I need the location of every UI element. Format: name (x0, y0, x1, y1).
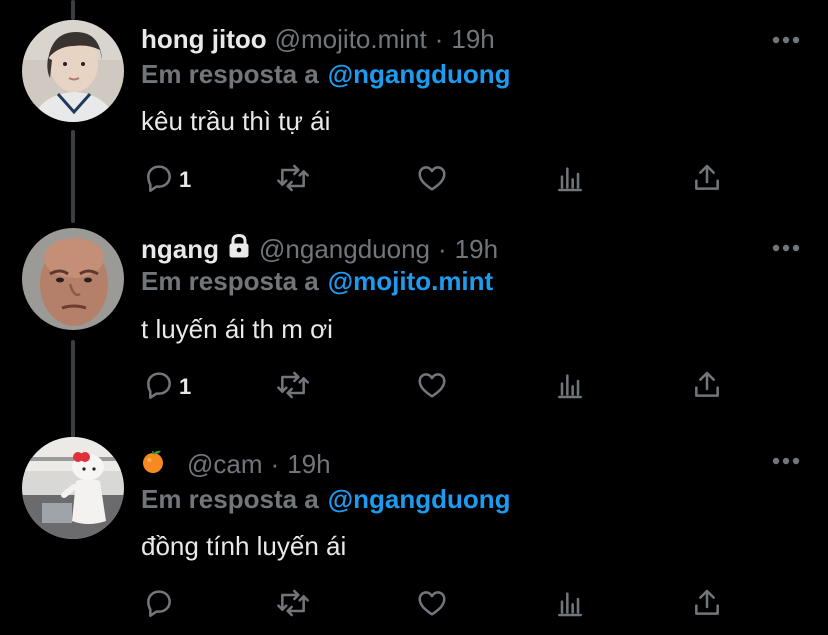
tweet-text: đồng tính luyến ái (141, 531, 347, 561)
reply-icon (143, 162, 175, 199)
timestamp[interactable]: 19h (287, 449, 330, 480)
share-icon (692, 162, 722, 199)
more-icon[interactable] (770, 32, 802, 48)
retweet-icon (275, 587, 311, 624)
reply-count: 1 (179, 374, 192, 399)
replying-to: Em resposta a @ngangduong (141, 483, 511, 515)
tweet-text: t luyến ái th m ơi (141, 314, 333, 344)
analytics-button[interactable] (555, 160, 585, 200)
share-icon (692, 369, 722, 406)
user-handle[interactable]: @mojito.mint (275, 24, 427, 55)
analytics-icon (555, 162, 585, 199)
replying-to-mention[interactable]: @mojito.mint (328, 266, 493, 297)
like-button[interactable] (416, 585, 448, 625)
tweet-header: ngang @ngangduong · 19h (141, 232, 498, 266)
analytics-button[interactable] (555, 585, 585, 625)
retweet-icon (275, 369, 311, 406)
separator-dot: · (434, 23, 444, 54)
display-name[interactable]: hong jitoo (141, 24, 267, 55)
share-button[interactable] (692, 367, 722, 407)
replying-to: Em resposta a @ngangduong (141, 58, 511, 90)
like-button[interactable] (416, 367, 448, 407)
retweet-button[interactable] (275, 585, 311, 625)
analytics-icon (555, 369, 585, 406)
replying-to-label: Em resposta a (141, 265, 319, 296)
display-name[interactable]: ngang (141, 234, 219, 265)
reply-button[interactable] (143, 585, 179, 625)
like-icon (416, 369, 448, 406)
retweet-button[interactable] (275, 160, 311, 200)
more-icon[interactable] (770, 453, 802, 469)
user-handle[interactable]: @cam (187, 449, 263, 480)
analytics-button[interactable] (555, 367, 585, 407)
share-button[interactable] (692, 160, 722, 200)
like-button[interactable] (416, 160, 448, 200)
reply-count: 1 (179, 167, 192, 192)
user-handle[interactable]: @ngangduong (259, 234, 430, 265)
tweet-text: kêu trầu thì tự ái (141, 106, 331, 136)
avatar[interactable] (22, 437, 124, 539)
tweet-actions: 1 (0, 367, 828, 407)
tweet-header: hong jitoo @mojito.mint · 19h (141, 22, 495, 56)
reply-thread: hong jitoo @mojito.mint · 19h Em respost… (0, 0, 828, 635)
replying-to-mention[interactable]: @ngangduong (328, 59, 511, 90)
tangerine-emoji-icon (141, 448, 165, 481)
separator-dot: · (438, 233, 447, 264)
lock-icon (227, 233, 251, 266)
tweet[interactable]: hong jitoo @mojito.mint · 19h Em respost… (0, 0, 828, 210)
retweet-icon (275, 162, 311, 199)
replying-to-label: Em resposta a (141, 483, 319, 514)
timestamp[interactable]: 19h (451, 24, 494, 55)
reply-button[interactable]: 1 (143, 367, 191, 407)
separator-dot: · (270, 448, 280, 479)
like-icon (416, 162, 448, 199)
share-button[interactable] (692, 585, 722, 625)
retweet-button[interactable] (275, 367, 311, 407)
reply-button[interactable]: 1 (143, 160, 191, 200)
avatar[interactable] (22, 228, 124, 330)
replying-to-mention[interactable]: @ngangduong (328, 484, 511, 515)
replying-to: Em resposta a @mojito.mint (141, 265, 493, 297)
tweet-actions: 1 (0, 160, 828, 200)
tweet[interactable]: ngang @ngangduong · 19h Em resposta a @m… (0, 210, 828, 425)
tweet[interactable]: @cam · 19h Em resposta a @ngangduong đồn… (0, 425, 828, 635)
reply-icon (143, 587, 175, 624)
share-icon (692, 587, 722, 624)
analytics-icon (555, 587, 585, 624)
more-icon[interactable] (770, 240, 802, 256)
replying-to-label: Em resposta a (141, 58, 319, 89)
tweet-header: @cam · 19h (141, 447, 331, 481)
reply-icon (143, 369, 175, 406)
avatar[interactable] (22, 20, 124, 122)
timestamp[interactable]: 19h (455, 234, 498, 265)
like-icon (416, 587, 448, 624)
tweet-actions (0, 585, 828, 625)
